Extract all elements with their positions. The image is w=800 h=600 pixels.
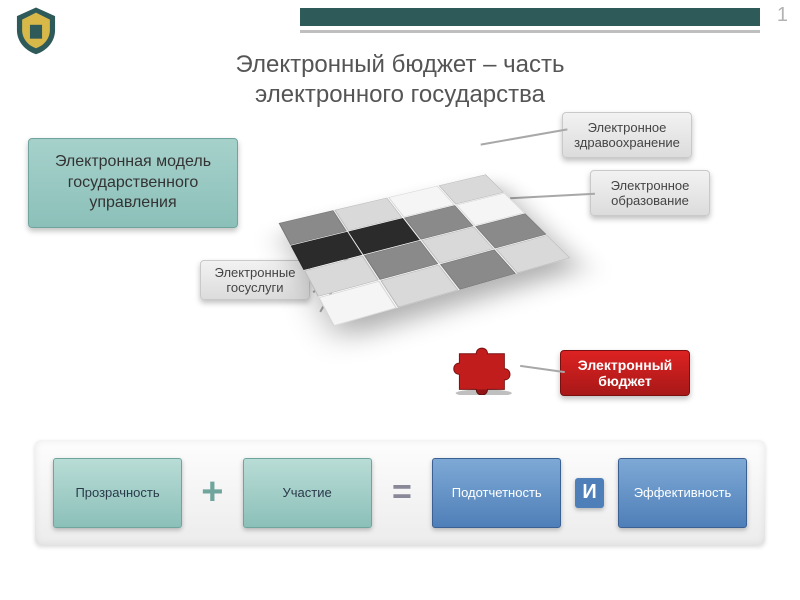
connector-line — [481, 128, 568, 145]
emblem-icon — [10, 4, 62, 56]
equals-icon: = — [386, 476, 418, 510]
callout-education: Электронное образование — [590, 170, 710, 216]
slide-header: 1 — [0, 0, 800, 38]
header-rule — [300, 8, 760, 33]
puzzle-graphic — [300, 150, 600, 350]
connector-line — [520, 365, 565, 373]
and-icon: И — [575, 478, 604, 508]
eq-accountability: Подотчетность — [432, 458, 561, 528]
eq-efficiency: Эффективность — [618, 458, 747, 528]
callout-budget: Электронный бюджет — [560, 350, 690, 396]
callout-services: Электронные госуслуги — [200, 260, 310, 300]
puzzle-piece-red-icon — [450, 335, 525, 395]
callout-model: Электронная модель государственного упра… — [28, 138, 238, 228]
page-number: 1 — [777, 4, 788, 27]
eq-participation: Участие — [243, 458, 372, 528]
slide-title: Электронный бюджет – часть электронного … — [180, 50, 620, 110]
eq-transparency: Прозрачность — [53, 458, 182, 528]
plus-icon: + — [196, 476, 228, 510]
equation-panel: Прозрачность + Участие = Подотчетность И… — [35, 440, 765, 545]
